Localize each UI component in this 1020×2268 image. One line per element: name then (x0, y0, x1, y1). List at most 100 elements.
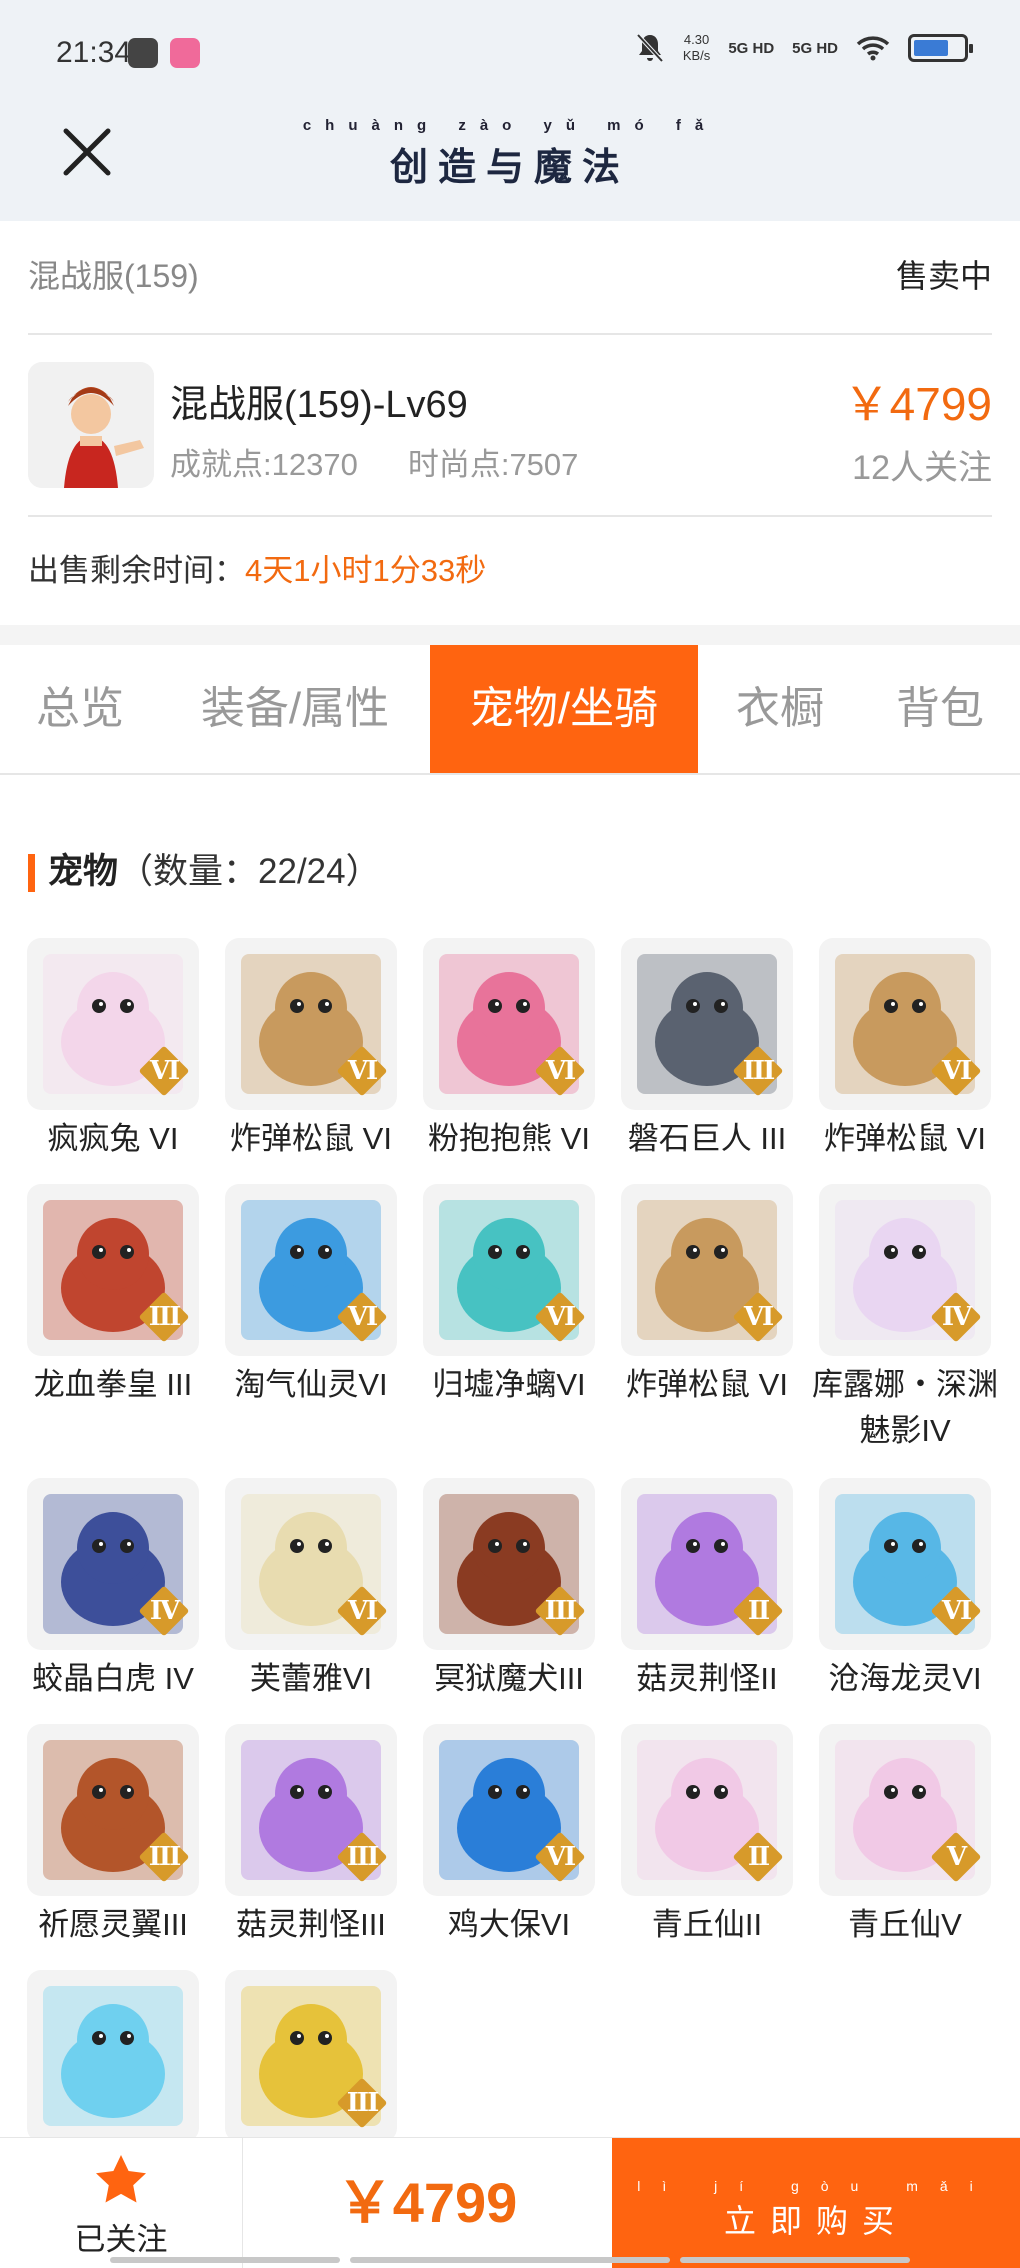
pet-portrait (27, 1970, 199, 2142)
pet-card[interactable]: V 青丘仙V (806, 1724, 1004, 1948)
pet-card[interactable]: VI 淘气仙灵VI (212, 1184, 410, 1408)
logo-pinyin: chuàng zào yǔ mó fǎ (302, 117, 718, 134)
tab-wardrobe[interactable]: 衣橱 (710, 645, 850, 773)
bottom-action-bar: 已关注 ￥4799 lì jí gòu mǎi 立即购买 (0, 2137, 1020, 2268)
home-indicator (110, 2257, 340, 2263)
pet-name: 菇灵荆怪III (236, 1907, 386, 1942)
level-badge: VI (137, 1044, 191, 1098)
pet-card[interactable]: VI 粉抱抱熊 VI (410, 938, 608, 1162)
pet-card[interactable]: II 青丘仙II (608, 1724, 806, 1948)
pet-card[interactable]: VI 疯疯兔 VI (14, 938, 212, 1162)
level-badge: II (731, 1830, 785, 1884)
pet-name: 青丘仙II (651, 1907, 763, 1942)
net-speed-unit: KB/s (682, 48, 711, 63)
pet-name: 沧海龙灵VI (828, 1661, 982, 1696)
pet-card[interactable]: VI 芙蕾雅VI (212, 1478, 410, 1702)
pet-card[interactable]: III 磐石巨人 III (608, 938, 806, 1162)
tab-equipment[interactable]: 装备/属性 (170, 645, 420, 773)
battery-icon (908, 34, 973, 62)
level-badge: VI (533, 1044, 587, 1098)
pet-portrait: VI (423, 938, 595, 1110)
achievement-points: 成就点:12370 (170, 447, 358, 482)
pet-name: 炸弹松鼠 VI (824, 1121, 986, 1156)
pet-name: 蛟晶白虎 IV (32, 1661, 194, 1696)
pet-card[interactable]: II 菇灵荆怪II (608, 1478, 806, 1702)
pet-card[interactable]: VI 炸弹松鼠 VI (608, 1184, 806, 1408)
tab-overview[interactable]: 总览 (0, 645, 160, 773)
pet-name: 炸弹松鼠 VI (626, 1367, 788, 1402)
remaining-label: 出售剩余时间： (28, 553, 245, 588)
pet-card[interactable]: VI 鸡大保VI (410, 1724, 608, 1948)
pet-card[interactable]: VI 沧海龙灵VI (806, 1478, 1004, 1702)
level-badge: III (137, 1830, 191, 1884)
tab-bar: 总览 装备/属性 宠物/坐骑 衣橱 背包 (0, 645, 1020, 775)
pet-card[interactable]: IV 库露娜・深渊魅影IV (806, 1184, 1004, 1454)
pet-name: 菇灵荆怪II (636, 1661, 778, 1696)
tab-pets-mounts[interactable]: 宠物/坐骑 (430, 645, 698, 773)
pet-portrait: VI (423, 1724, 595, 1896)
pet-portrait: VI (819, 1478, 991, 1650)
tab-backpack[interactable]: 背包 (860, 645, 1020, 773)
level-text: VI (941, 1056, 972, 1086)
pet-card[interactable] (14, 1970, 212, 2142)
follow-label: 已关注 (74, 2222, 168, 2257)
pet-portrait: IV (819, 1184, 991, 1356)
level-text: III (148, 1302, 182, 1332)
bottom-price: ￥4799 (336, 2171, 518, 2234)
pet-card[interactable]: III 祈愿灵翼III (14, 1724, 212, 1948)
character-avatar (28, 362, 154, 488)
pet-card[interactable]: IV 蛟晶白虎 IV (14, 1478, 212, 1702)
pet-name: 淘气仙灵VI (234, 1367, 388, 1402)
pet-portrait: VI (423, 1184, 595, 1356)
bilibili-icon (170, 38, 200, 68)
status-bar: 21:34 4.30 KB/s 5G HD 5G HD (0, 0, 1020, 105)
clock: 21:34 (56, 36, 132, 69)
net-speed: 4.30 KB/s (683, 32, 710, 64)
level-text: III (544, 1596, 578, 1626)
pet-portrait: V (819, 1724, 991, 1896)
title-bar: chuàng zào yǔ mó fǎ 创造与魔法 (0, 105, 1020, 221)
pet-name: 粉抱抱熊 VI (428, 1121, 590, 1156)
level-text: VI (149, 1056, 180, 1086)
pet-name: 冥狱魔犬III (434, 1661, 584, 1696)
level-text: III (346, 1842, 380, 1872)
level-text: VI (941, 1596, 972, 1626)
home-indicator (350, 2257, 670, 2263)
pet-portrait: III (225, 1970, 397, 2142)
pet-name: 祈愿灵翼III (38, 1907, 188, 1942)
character-summary[interactable]: 混战服(159)-Lv69 成就点:12370 时尚点:7507 ￥4799 12… (28, 335, 992, 517)
level-badge: VI (335, 1044, 389, 1098)
level-text: III (346, 2088, 380, 2118)
pets-title: 宠物 (48, 852, 119, 891)
signal-sim1: 5G HD (728, 39, 775, 57)
server-name: 混战服(159) (28, 258, 199, 294)
follow-button[interactable]: 已关注 (0, 2138, 243, 2268)
pet-card[interactable]: III (212, 1970, 410, 2142)
wifi-icon (856, 36, 890, 61)
pet-portrait: VI (225, 1478, 397, 1650)
level-badge: III (335, 1830, 389, 1884)
pet-portrait: IV (27, 1478, 199, 1650)
pet-card[interactable]: VI 归墟净螭VI (410, 1184, 608, 1408)
pet-name: 鸡大保VI (447, 1907, 571, 1942)
server-row: 混战服(159) 售卖中 (28, 221, 992, 335)
watcher-count: 12人关注 (852, 449, 992, 487)
pets-count: （数量：22/24） (118, 852, 381, 891)
level-badge: III (533, 1584, 587, 1638)
fashion-points: 时尚点:7507 (407, 447, 579, 482)
pet-card[interactable]: III 菇灵荆怪III (212, 1724, 410, 1948)
buy-now-button[interactable]: lì jí gòu mǎi 立即购买 (612, 2138, 1020, 2268)
level-text: III (742, 1056, 776, 1086)
section-divider (0, 625, 1020, 645)
level-badge: VI (731, 1290, 785, 1344)
pet-card[interactable]: III 龙血拳皇 III (14, 1184, 212, 1408)
pet-card[interactable]: VI 炸弹松鼠 VI (212, 938, 410, 1162)
listing-price: ￥4799 (843, 378, 992, 430)
level-badge: IV (929, 1290, 983, 1344)
pet-name: 归墟净螭VI (432, 1367, 586, 1402)
pet-card[interactable]: VI 炸弹松鼠 VI (806, 938, 1004, 1162)
level-badge: III (731, 1044, 785, 1098)
pet-card[interactable]: III 冥狱魔犬III (410, 1478, 608, 1702)
pet-portrait: VI (225, 938, 397, 1110)
level-text: III (148, 1842, 182, 1872)
